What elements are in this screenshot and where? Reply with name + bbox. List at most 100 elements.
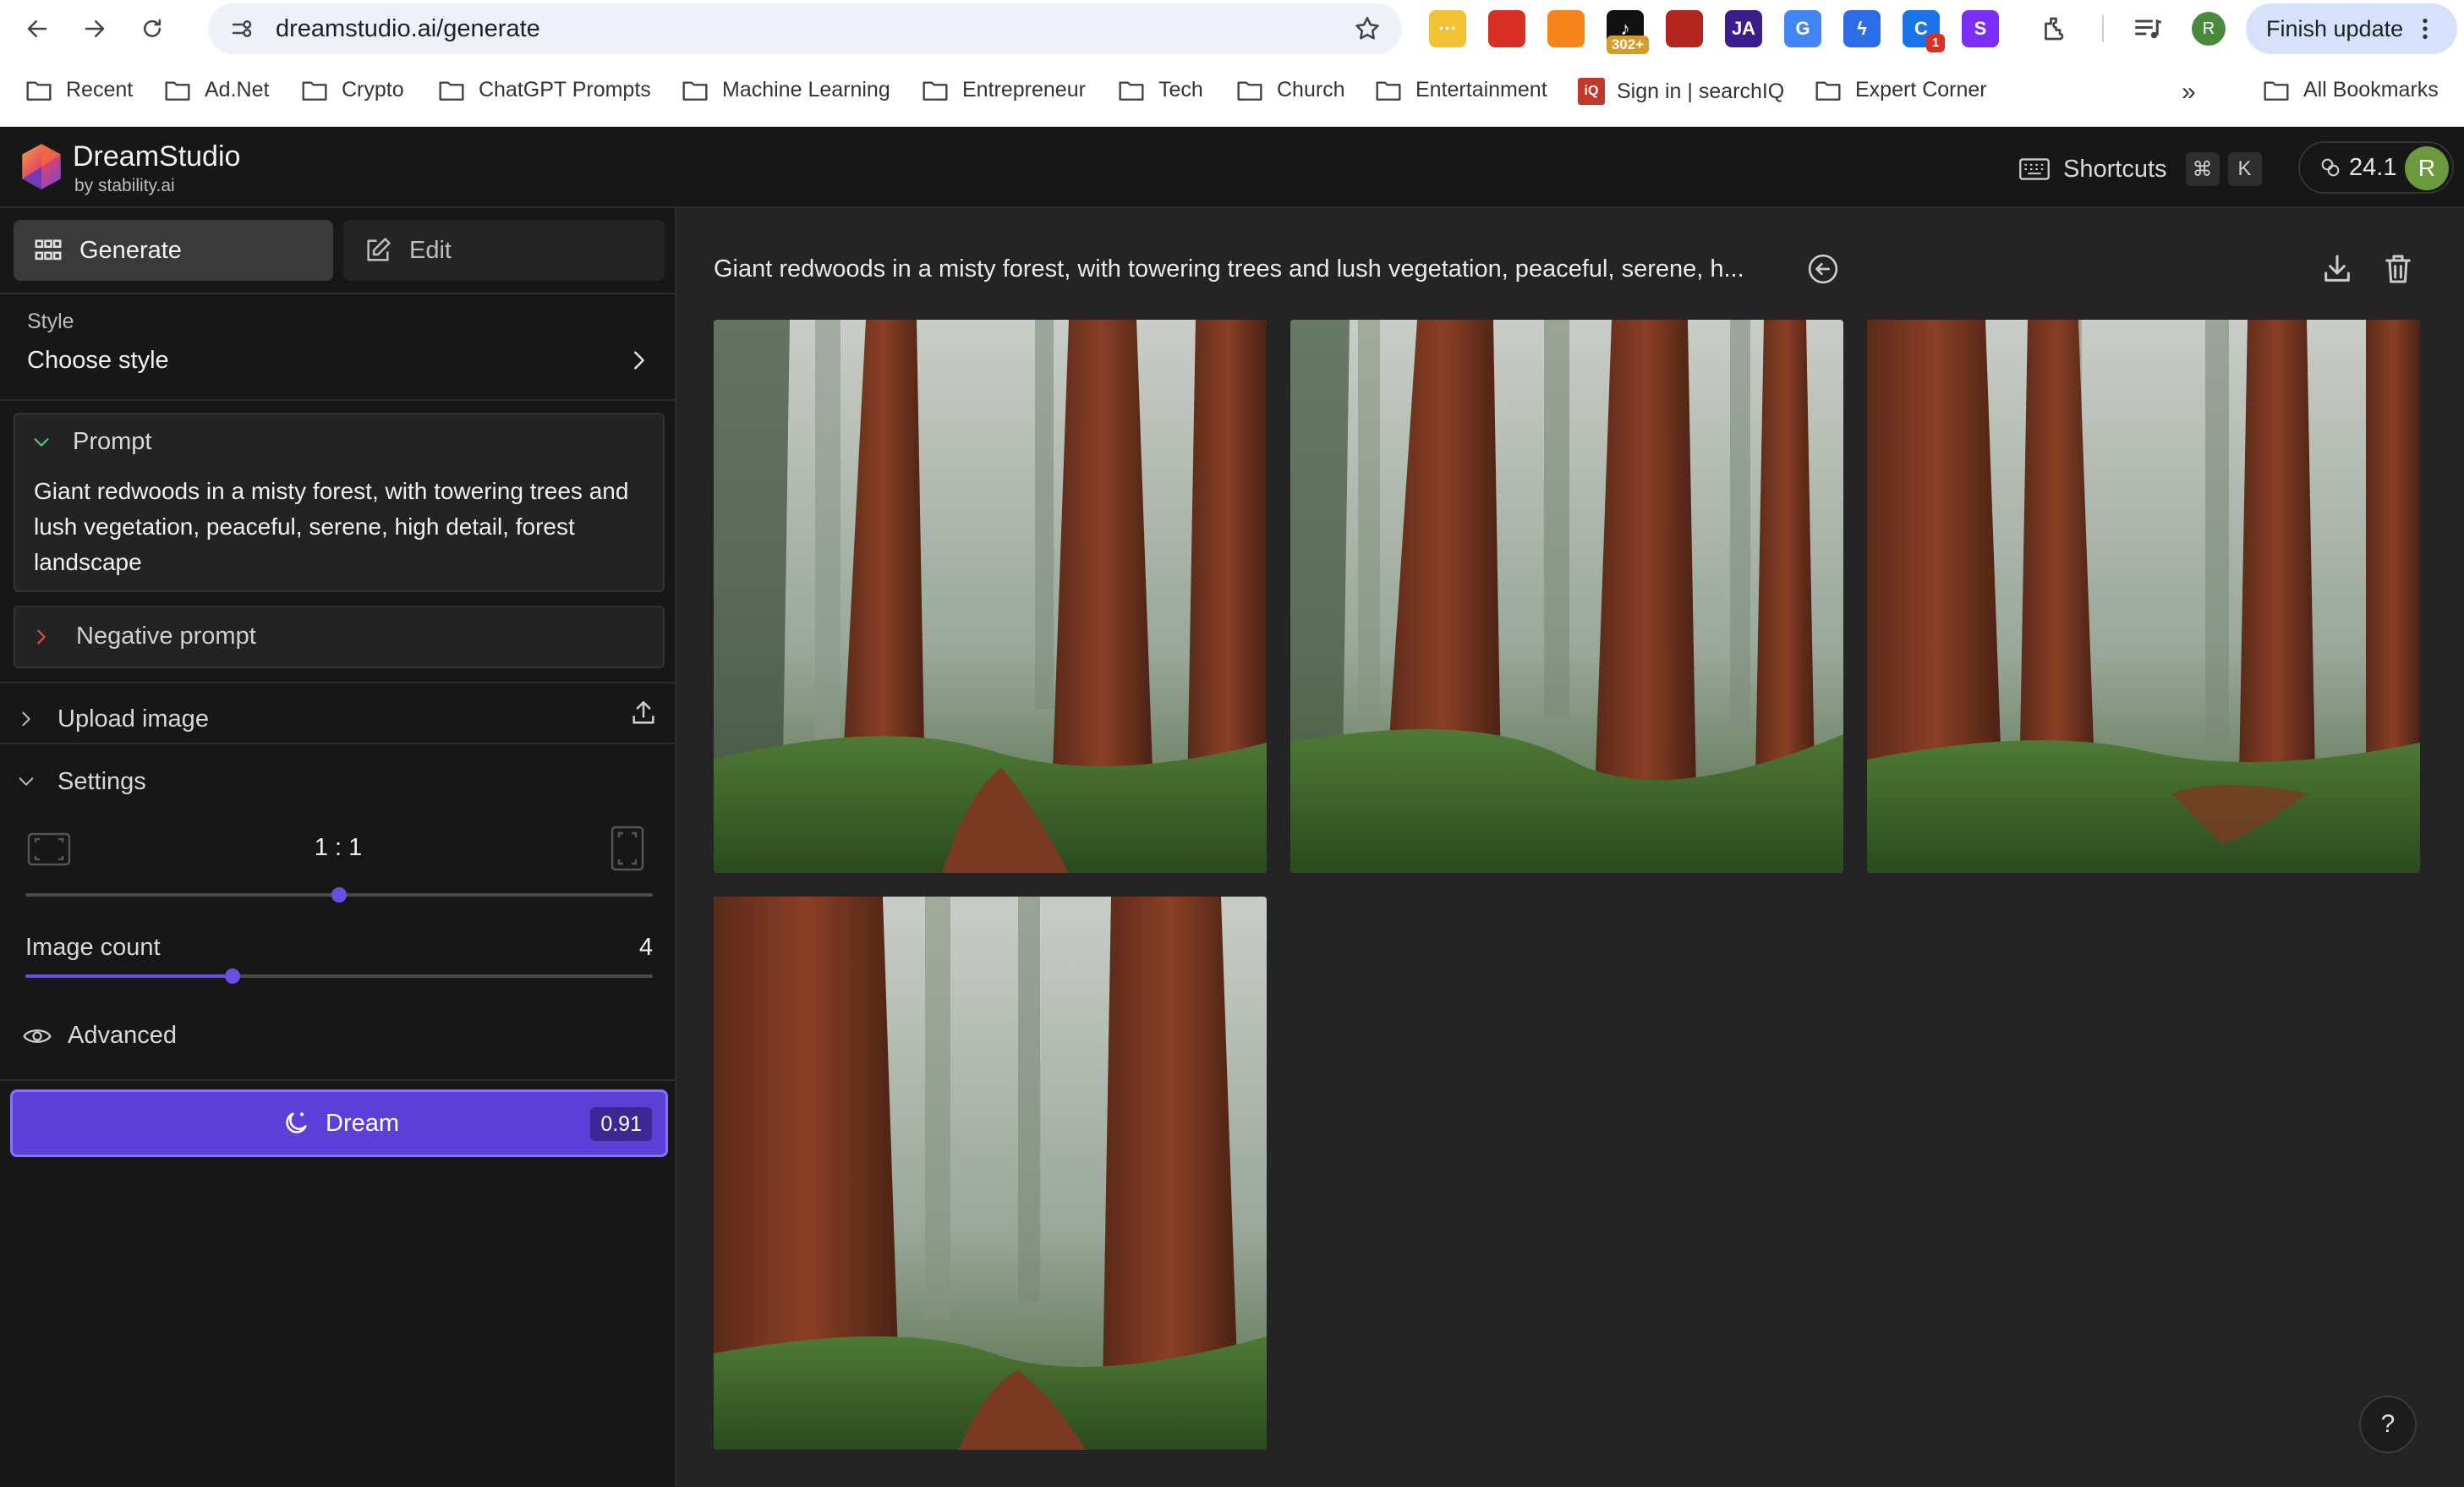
style-label: Style — [27, 310, 74, 333]
trash-icon[interactable] — [2381, 252, 2415, 286]
prompt-toggle[interactable]: Prompt — [32, 428, 151, 456]
music-extension-icon[interactable]: ♪ 302+ — [1607, 10, 1649, 54]
negative-prompt-panel[interactable]: Negative prompt — [14, 606, 665, 668]
browser-toolbar: dreamstudio.ai/generate ··· ♪ 302+ JA Gϟ C 1 S … — [0, 0, 2464, 58]
portrait-ratio-icon[interactable] — [611, 826, 644, 871]
aspect-ratio-slider-thumb[interactable] — [331, 887, 347, 903]
sidebar: Generate Edit Style Choose style Prompt … — [0, 208, 676, 1487]
reuse-prompt-icon[interactable] — [1806, 252, 1840, 286]
image-count-slider-thumb[interactable] — [224, 968, 240, 984]
jasper-extension-icon[interactable]: JA — [1725, 10, 1762, 47]
user-avatar[interactable]: R — [2405, 146, 2449, 190]
back-button[interactable] — [14, 5, 61, 52]
prompt-input[interactable]: Giant redwoods in a misty forest, with t… — [34, 474, 651, 580]
dream-label-wrap: Dream — [282, 1109, 399, 1138]
upload-image-toggle[interactable]: Upload image — [0, 692, 676, 746]
bookmark-entertainment[interactable]: Entertainment — [1375, 78, 1547, 102]
result-prompt-title[interactable]: Giant redwoods in a misty forest, with t… — [714, 255, 1744, 283]
extension-badge: 302+ — [1607, 36, 1649, 54]
dream-label: Dream — [326, 1109, 400, 1137]
generated-image-1[interactable] — [714, 320, 1267, 873]
bookmark-star-icon[interactable] — [1353, 14, 1382, 43]
notes-extension-icon[interactable]: ··· — [1429, 10, 1466, 47]
translate-extension-icon[interactable]: G — [1784, 10, 1821, 47]
divider — [0, 682, 676, 683]
credits-icon — [2321, 158, 2340, 177]
prompt-panel: Prompt Giant redwoods in a misty forest,… — [14, 413, 665, 592]
upload-image-label: Upload image — [57, 705, 209, 733]
aspect-ratio-value: 1 : 1 — [314, 834, 363, 861]
bookmark-searchiq[interactable]: iQ Sign in | searchIQ — [1578, 78, 1784, 105]
chevron-double-right-icon: » — [2182, 78, 2196, 106]
prompt-title: Prompt — [73, 428, 152, 455]
site-info-icon[interactable] — [227, 14, 257, 44]
image-count-slider-fill — [25, 974, 233, 978]
bookmark-entrepreneur[interactable]: Entrepreneur — [922, 78, 1086, 102]
more-bookmarks-button[interactable]: » — [2182, 78, 2196, 107]
bookmark-church[interactable]: Church — [1236, 78, 1345, 102]
edit-icon — [367, 238, 391, 261]
forest-image-1 — [714, 320, 1267, 873]
credits-button[interactable]: 24.1 R — [2298, 141, 2454, 194]
settings-label: Settings — [57, 767, 146, 795]
dream-button[interactable]: Dream 0.91 — [10, 1089, 668, 1157]
reload-button[interactable] — [129, 5, 176, 52]
bookmark-expert-corner[interactable]: Expert Corner — [1815, 78, 1987, 102]
tab-edit-label: Edit — [409, 236, 452, 264]
folder-icon — [1815, 80, 1841, 101]
landscape-ratio-icon[interactable] — [27, 832, 71, 866]
dreamstudio-logo-icon[interactable] — [15, 140, 68, 193]
bookmark-recent[interactable]: Recent — [25, 78, 133, 102]
purple-extension-icon[interactable]: S — [1962, 10, 1999, 47]
address-bar[interactable]: dreamstudio.ai/generate — [208, 3, 1402, 54]
credits-value: 24.1 — [2349, 153, 2397, 181]
help-button[interactable]: ? — [2359, 1396, 2417, 1453]
extensions-puzzle-icon[interactable] — [2040, 14, 2070, 44]
finish-update-label: Finish update — [2266, 15, 2404, 41]
shortcuts-button[interactable]: Shortcuts ⌘ K — [2019, 152, 2262, 186]
bookmark-tech[interactable]: Tech — [1118, 78, 1203, 102]
bookmark-crypto[interactable]: Crypto — [301, 78, 404, 102]
bookmarks-bar: Recent Ad.Net Crypto ChatGPT Prompts Mac… — [0, 58, 2464, 127]
app-header: DreamStudio by stability.ai Shortcuts ⌘ … — [0, 127, 2464, 208]
pdf-extension-icon[interactable] — [1666, 10, 1703, 47]
forward-button[interactable] — [71, 5, 118, 52]
generated-image-2[interactable] — [1290, 320, 1843, 873]
adblock-extension-icon[interactable] — [1488, 10, 1525, 47]
results-area: Giant redwoods in a misty forest, with t… — [678, 208, 2464, 1487]
toolbar-separator — [2102, 15, 2104, 42]
media-control-icon[interactable] — [2133, 14, 2163, 44]
generated-image-4[interactable] — [714, 897, 1267, 1450]
metamask-extension-icon[interactable] — [1547, 10, 1585, 47]
all-bookmarks-label: All Bookmarks — [2303, 78, 2439, 102]
forest-image-2 — [1290, 320, 1843, 873]
url-text[interactable]: dreamstudio.ai/generate — [276, 15, 540, 43]
brand-name: DreamStudio — [73, 140, 241, 173]
forest-image-4 — [714, 897, 1267, 1450]
all-bookmarks[interactable]: All Bookmarks — [2263, 78, 2439, 102]
bookmark-chatgpt-prompts[interactable]: ChatGPT Prompts — [438, 78, 651, 102]
shortcut-key-cmd: ⌘ — [2185, 152, 2220, 186]
advanced-toggle[interactable]: Advanced — [22, 1022, 177, 1050]
chevron-right-icon — [37, 629, 46, 644]
bookmark-machine-learning[interactable]: Machine Learning — [682, 78, 890, 102]
chevron-down-icon — [19, 777, 34, 786]
finish-update-button[interactable]: Finish update — [2246, 3, 2457, 54]
upload-icon[interactable] — [629, 699, 658, 727]
style-selector[interactable]: Choose style — [27, 347, 169, 375]
bookmark-label: Crypto — [342, 78, 404, 102]
negative-prompt-toggle[interactable]: Negative prompt — [32, 623, 256, 650]
tab-generate[interactable]: Generate — [14, 220, 333, 281]
generated-image-3[interactable] — [1867, 320, 2420, 873]
settings-toggle[interactable]: Settings — [0, 754, 676, 809]
tab-edit[interactable]: Edit — [343, 220, 665, 281]
folder-icon — [26, 80, 52, 101]
grammar-extension-icon[interactable]: C1 — [1903, 10, 1945, 52]
browser-profile-avatar[interactable]: R — [2192, 12, 2226, 46]
bolt-extension-icon[interactable]: ϟ — [1843, 10, 1881, 47]
download-icon[interactable] — [2320, 252, 2354, 286]
chevron-right-icon[interactable] — [627, 348, 651, 372]
dream-cost-badge: 0.91 — [590, 1107, 652, 1141]
bookmark-ad-net[interactable]: Ad.Net — [164, 78, 269, 102]
bookmark-label: Entertainment — [1415, 78, 1547, 102]
